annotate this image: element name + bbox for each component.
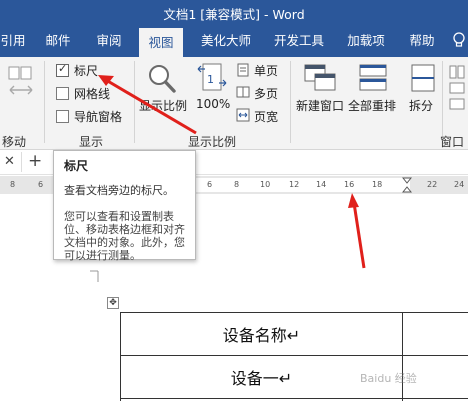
side-by-side-icon[interactable]: [448, 65, 466, 118]
ribbon: 移动 标尺 网格线 导航窗格 显示 显示比例 1 100% 单页 多页 页宽 显…: [0, 57, 468, 150]
ruler-tick: 6: [207, 180, 213, 189]
window-group-label: 窗口: [440, 135, 465, 149]
multi-page-button[interactable]: 多页: [254, 85, 278, 102]
title-bar: 文档1 [兼容模式] - Word: [0, 0, 468, 24]
multi-page-icon[interactable]: [236, 85, 250, 102]
tab-developer[interactable]: 开发工具: [268, 24, 330, 57]
zoom-magnifier-icon[interactable]: [146, 63, 178, 98]
table-move-handle-icon[interactable]: ✥: [107, 297, 119, 309]
gridlines-label: 网格线: [74, 87, 111, 101]
table-row: 设备名称↵: [120, 312, 468, 356]
ruler-tick: 6: [38, 180, 44, 189]
divider: [21, 152, 22, 172]
table-cell[interactable]: 设备名称↵: [120, 312, 403, 356]
tab-references[interactable]: 引用: [0, 24, 26, 57]
nav-pane-checkbox[interactable]: [56, 110, 69, 123]
watermark: Baidu 经验: [360, 372, 417, 385]
ruler-tick: 14: [316, 180, 327, 189]
page-width-button[interactable]: 页宽: [254, 108, 278, 125]
tab-addins[interactable]: 加载项: [340, 24, 392, 57]
zoom-group-label: 显示比例: [188, 135, 237, 149]
ribbon-tabs: 引用 邮件 审阅 视图 美化大师 开发工具 加载项 帮助: [0, 24, 468, 57]
ruler-label: 标尺: [74, 64, 99, 78]
page-move-icon[interactable]: [6, 65, 36, 108]
tab-view[interactable]: 视图: [139, 28, 183, 57]
lightbulb-icon[interactable]: [450, 24, 468, 57]
split-icon[interactable]: [410, 63, 436, 96]
ruler-tick: 24: [454, 180, 465, 189]
ruler-tick: 8: [234, 180, 240, 189]
ruler-checkbox[interactable]: [56, 62, 69, 77]
group-divider: [44, 61, 45, 143]
one-page-icon[interactable]: [236, 63, 250, 80]
ruler-tick: 16: [344, 180, 355, 189]
tab-mailings[interactable]: 邮件: [36, 24, 80, 57]
ruler-tick: 12: [289, 180, 300, 189]
nav-pane-label: 导航窗格: [74, 110, 123, 124]
tab-help[interactable]: 帮助: [400, 24, 444, 57]
zoom-100-button[interactable]: 100%: [196, 97, 230, 111]
arrange-all-button[interactable]: 全部重排: [348, 97, 396, 114]
group-divider: [290, 61, 291, 143]
one-page-button[interactable]: 单页: [254, 62, 278, 79]
ruler-tick: 8: [10, 180, 16, 189]
tooltip-description: 您可以查看和设置制表位、移动表格边框和对齐文档中的对象。此外，您可以进行测量。: [64, 210, 185, 262]
window-title: 文档1 [兼容模式] - Word: [163, 7, 305, 22]
table-cell[interactable]: [402, 312, 468, 356]
svg-text:1: 1: [207, 73, 214, 86]
close-icon[interactable]: ✕: [4, 154, 15, 169]
ruler-tick: 10: [260, 180, 271, 189]
tab-review[interactable]: 审阅: [88, 24, 130, 57]
tooltip-title: 标尺: [64, 159, 89, 173]
ruler-tooltip: 标尺 查看文档旁边的标尺。 您可以查看和设置制表位、移动表格边框和对齐文档中的对…: [53, 150, 196, 262]
new-window-icon[interactable]: [303, 63, 337, 96]
add-tab-icon[interactable]: +: [28, 151, 42, 171]
ruler-tick: 18: [372, 180, 383, 189]
page-width-icon[interactable]: [236, 108, 250, 125]
group-divider: [442, 61, 443, 143]
tooltip-subtitle: 查看文档旁边的标尺。: [64, 184, 174, 197]
new-window-button[interactable]: 新建窗口: [296, 97, 344, 114]
group-divider: [134, 61, 135, 143]
arrange-all-icon[interactable]: [358, 63, 388, 96]
split-button[interactable]: 拆分: [409, 97, 433, 114]
show-group-label: 显示: [79, 135, 104, 149]
ruler-tick: 22: [427, 180, 438, 189]
move-group-label: 移动: [2, 135, 27, 149]
tab-beautify[interactable]: 美化大师: [192, 24, 260, 57]
document-table: 设备名称↵ 设备一↵: [120, 312, 468, 401]
zoom-button[interactable]: 显示比例: [139, 97, 187, 114]
gridlines-checkbox[interactable]: [56, 87, 69, 100]
zoom-100-icon[interactable]: 1: [197, 61, 227, 98]
